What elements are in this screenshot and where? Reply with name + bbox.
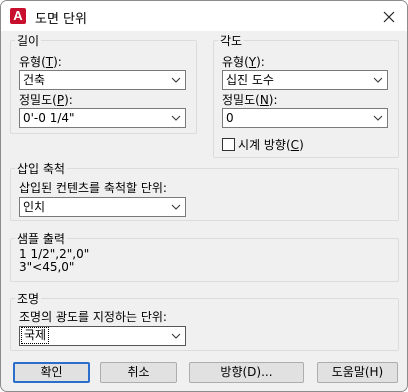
sample-output-line-1: 1 1/2",2",0" [19,247,90,261]
angle-precision-dropdown[interactable]: 0 [222,108,388,128]
insertion-units-label: 삽입된 컨텐츠를 축척할 단위: [19,181,167,195]
angle-type-value: 십진 도수 [226,73,274,87]
chevron-down-icon [373,77,383,83]
length-type-label: 유형(T): [19,55,62,69]
clockwise-checkbox[interactable] [222,138,235,151]
angle-precision-value: 0 [226,111,234,125]
angle-type-dropdown[interactable]: 십진 도수 [222,70,388,90]
angle-group-title: 각도 [218,32,245,49]
autocad-logo-icon: A [10,8,26,24]
cancel-button[interactable]: 취소 [100,362,177,383]
length-precision-value: 0'-0 1/4" [23,111,75,125]
ok-button[interactable]: 확인 [13,362,90,383]
lighting-units-value: 국제 [20,327,50,344]
chevron-down-icon [171,333,181,339]
direction-button[interactable]: 방향(D)... [189,362,304,383]
angle-group: 각도 유형(Y): 십진 도수 정밀도(N): 0 시계 방향(C) [213,32,399,158]
length-precision-dropdown[interactable]: 0'-0 1/4" [19,108,186,128]
sample-output-group-title: 샘플 출력 [15,230,67,247]
lighting-units-dropdown[interactable]: 국제 [19,326,186,346]
close-button[interactable] [371,1,407,31]
lighting-group-title: 조명 [15,290,42,307]
angle-precision-label: 정밀도(N): [222,93,278,107]
title-bar: A 도면 단위 [1,1,407,31]
insertion-scale-group-title: 삽입 축척 [15,160,67,177]
insertion-units-value: 인치 [23,200,46,214]
insertion-scale-group: 삽입 축척 삽입된 컨텐츠를 축척할 단위: 인치 [10,160,399,221]
help-button[interactable]: 도움말(H) [317,362,398,383]
angle-type-label: 유형(Y): [222,55,265,69]
lighting-units-label: 조명의 광도를 지정하는 단위: [19,310,167,324]
chevron-down-icon [171,204,181,210]
chevron-down-icon [171,77,181,83]
window-title: 도면 단위 [35,12,87,27]
lighting-group: 조명 조명의 광도를 지정하는 단위: 국제 [10,290,399,351]
sample-output-group: 샘플 출력 1 1/2",2",0" 3"<45,0" [10,230,399,282]
insertion-units-dropdown[interactable]: 인치 [19,197,186,217]
length-precision-label: 정밀도(P): [19,93,73,107]
clockwise-label[interactable]: 시계 방향(C) [238,136,304,153]
length-group-title: 길이 [15,32,42,49]
chevron-down-icon [171,115,181,121]
close-icon [383,11,395,22]
chevron-down-icon [373,115,383,121]
sample-output-line-2: 3"<45,0" [19,260,75,274]
drawing-units-dialog: A 도면 단위 길이 유형(T): 건축 정밀도(P): 0'-0 1/4" 각… [0,0,408,392]
length-type-dropdown[interactable]: 건축 [19,70,186,90]
length-type-value: 건축 [23,73,46,87]
length-group: 길이 유형(T): 건축 정밀도(P): 0'-0 1/4" [10,32,197,134]
